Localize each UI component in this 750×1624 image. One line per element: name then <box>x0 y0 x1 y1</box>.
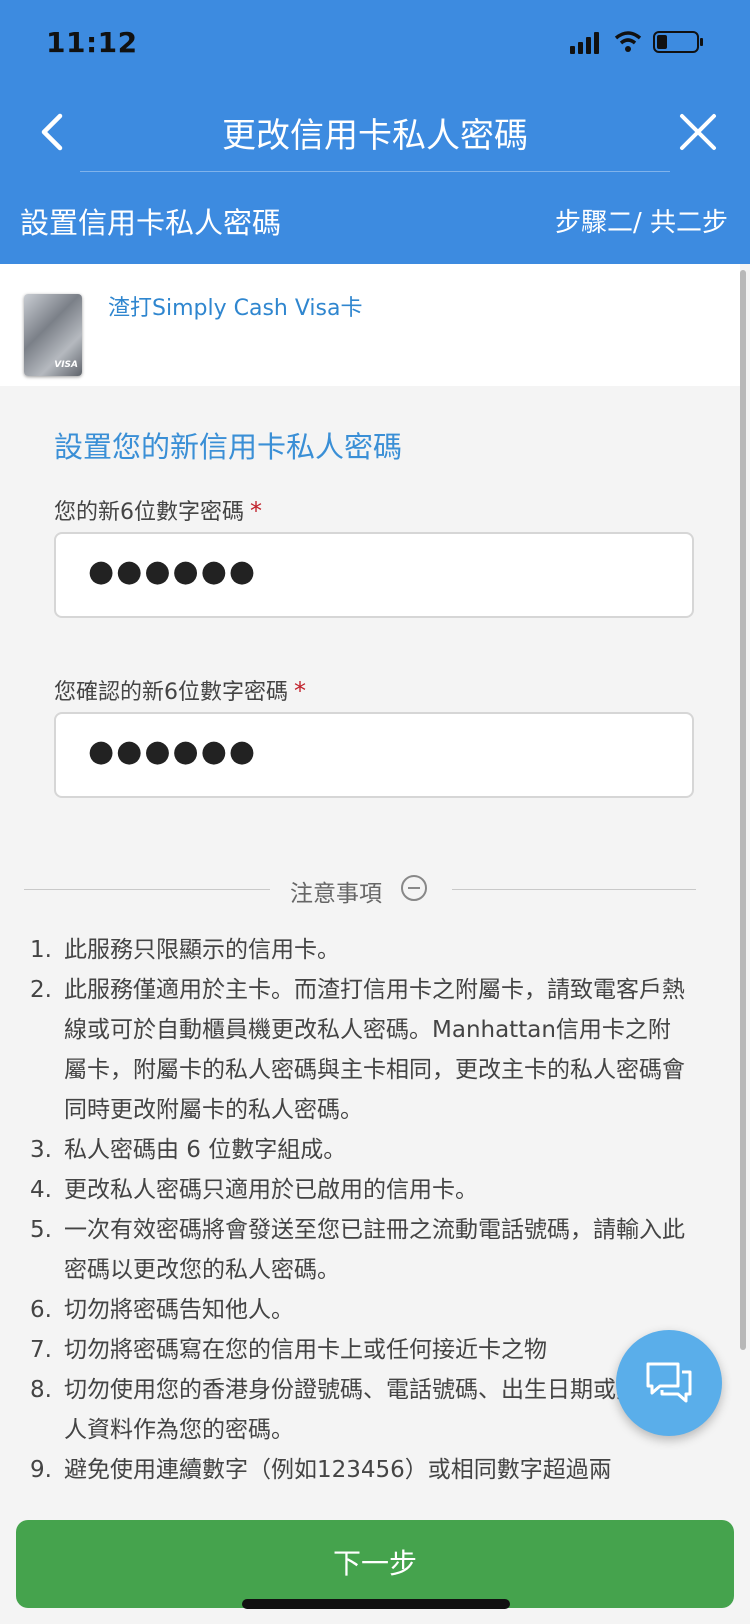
notice-divider-left <box>24 889 270 890</box>
notice-title: 注意事項 <box>290 881 382 907</box>
chat-button[interactable] <box>616 1330 722 1436</box>
new-pin-value: ●●●●●● <box>88 554 258 589</box>
notice-item: 1. 此服務只限顯示的信用卡。 <box>30 930 690 970</box>
battery-icon <box>653 31 703 53</box>
notice-item: 2. 此服務僅適用於主卡。而渣打信用卡之附屬卡，請致電客戶熱線或可於自動櫃員機更改… <box>30 970 690 1130</box>
notice-item: 7. 切勿將密碼寫在您的信用卡上或任何接近卡之物 <box>30 1330 690 1370</box>
notice-item-text: 避免使用連續數字（例如123456）或相同數字超過兩 <box>64 1457 612 1483</box>
notice-item: 5. 一次有效密碼將會發送至您已註冊之流動電話號碼，請輸入此密碼以更改您的私人密碼… <box>30 1210 690 1290</box>
notice-item-number: 4. <box>30 1177 52 1203</box>
notice-item-number: 2. <box>30 977 52 1003</box>
confirm-pin-input[interactable]: ●●●●●● <box>54 712 694 798</box>
notice-item-number: 6. <box>30 1297 52 1323</box>
credit-card-image: VISA <box>24 294 82 376</box>
notice-divider-right <box>452 889 696 890</box>
header: 11:12 更改信用卡私人密碼 設置信用卡私人密碼 步驟二/ 共二步 <box>0 0 750 264</box>
notice-item: 6. 切勿將密碼告知他人。 <box>30 1290 690 1330</box>
next-button[interactable]: 下一步 <box>16 1520 734 1608</box>
signal-icon <box>570 32 599 54</box>
close-icon[interactable] <box>676 110 720 154</box>
notice-item-number: 3. <box>30 1137 52 1163</box>
status-icons <box>570 31 703 54</box>
notice-item-text: 切勿將密碼寫在您的信用卡上或任何接近卡之物 <box>64 1337 547 1363</box>
visa-logo: VISA <box>54 360 78 370</box>
notice-item: 8. 切勿使用您的香港身份證號碼、電話號碼、出生日期或其他個人資料作為您的密碼。 <box>30 1370 690 1450</box>
home-indicator <box>242 1599 510 1609</box>
confirm-pin-label-text: 您確認的新6位數字密碼 <box>54 680 288 705</box>
notice-item-number: 9. <box>30 1457 52 1483</box>
required-mark: * <box>294 677 306 705</box>
notice-item-text: 此服務只限顯示的信用卡。 <box>64 937 340 963</box>
wifi-icon <box>614 31 642 52</box>
header-divider <box>80 171 670 172</box>
notice-item-number: 8. <box>30 1377 52 1403</box>
notice-item-text: 切勿使用您的香港身份證號碼、電話號碼、出生日期或其他個人資料作為您的密碼。 <box>64 1377 685 1443</box>
notice-header[interactable]: 注意事項 <box>24 872 696 908</box>
chat-icon <box>646 1362 692 1403</box>
notice-item-number: 1. <box>30 937 52 963</box>
notice-item-text: 更改私人密碼只適用於已啟用的信用卡。 <box>64 1177 478 1203</box>
confirm-pin-value: ●●●●●● <box>88 734 258 769</box>
step-indicator: 步驟二/ 共二步 <box>554 208 728 238</box>
notice-item-text: 一次有效密碼將會發送至您已註冊之流動電話號碼，請輸入此密碼以更改您的私人密碼。 <box>64 1217 685 1283</box>
card-info: VISA 渣打Simply Cash Visa卡 <box>0 264 740 386</box>
new-pin-label: 您的新6位數字密碼 * <box>54 494 262 526</box>
notice-item-text: 切勿將密碼告知他人。 <box>64 1297 294 1323</box>
required-mark: * <box>250 497 262 525</box>
scrollbar[interactable] <box>740 270 746 1350</box>
notice-item-number: 7. <box>30 1337 52 1363</box>
section-subtitle: 設置信用卡私人密碼 <box>20 206 282 240</box>
form-title: 設置您的新信用卡私人密碼 <box>54 430 403 464</box>
new-pin-input[interactable]: ●●●●●● <box>54 532 694 618</box>
notice-item: 3. 私人密碼由 6 位數字組成。 <box>30 1130 690 1170</box>
minus-circle-icon[interactable] <box>400 874 428 902</box>
notice-item-text: 此服務僅適用於主卡。而渣打信用卡之附屬卡，請致電客戶熱線或可於自動櫃員機更改私人… <box>64 977 685 1123</box>
new-pin-label-text: 您的新6位數字密碼 <box>54 500 244 525</box>
notice-item-number: 5. <box>30 1217 52 1243</box>
confirm-pin-label: 您確認的新6位數字密碼 * <box>54 674 306 706</box>
notice-item-text: 私人密碼由 6 位數字組成。 <box>64 1137 347 1163</box>
notice-list: 1. 此服務只限顯示的信用卡。 2. 此服務僅適用於主卡。而渣打信用卡之附屬卡，請致… <box>30 930 690 1490</box>
page-title: 更改信用卡私人密碼 <box>222 116 528 156</box>
notice-item: 9. 避免使用連續數字（例如123456）或相同數字超過兩 <box>30 1450 690 1490</box>
status-time: 11:12 <box>46 26 138 59</box>
card-name: 渣打Simply Cash Visa卡 <box>108 296 363 321</box>
notice-item: 4. 更改私人密碼只適用於已啟用的信用卡。 <box>30 1170 690 1210</box>
